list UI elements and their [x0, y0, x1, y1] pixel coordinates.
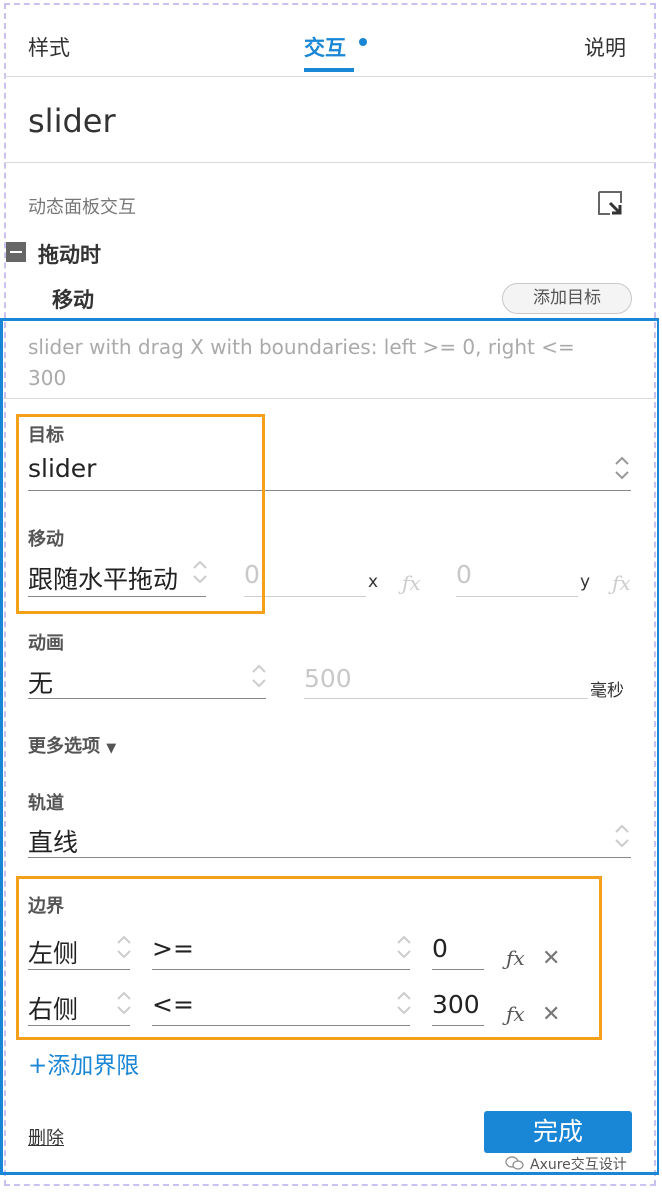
track-select[interactable]: 直线 — [28, 823, 78, 859]
duration-underline — [304, 698, 588, 699]
track-label: 轨道 — [28, 793, 64, 814]
add-boundary-link[interactable]: +添加界限 — [28, 1046, 139, 1080]
duration-unit: 毫秒 — [590, 681, 624, 701]
more-options-label: 更多选项 — [28, 736, 100, 757]
select-chevron-icon[interactable] — [614, 454, 630, 482]
x-axis-label: x — [368, 572, 379, 592]
tab-modified-dot — [359, 38, 367, 46]
duration-input[interactable]: 500 — [304, 664, 352, 693]
section-title: 动态面板交互 — [28, 197, 136, 218]
highlight-boundaries — [16, 876, 602, 1040]
fx-icon[interactable]: ƒx — [612, 571, 631, 595]
action-description: slider with drag X with boundaries: left… — [28, 335, 575, 390]
action-name: 移动 — [52, 288, 94, 312]
tab-notes[interactable]: 说明 — [584, 32, 626, 62]
track-underline — [28, 857, 631, 858]
watermark-text: Axure交互设计 — [530, 1157, 627, 1173]
divider — [4, 162, 656, 163]
divider — [4, 76, 656, 77]
select-chevron-icon[interactable] — [251, 662, 267, 690]
tab-style[interactable]: 样式 — [28, 32, 70, 62]
fx-icon[interactable]: ƒx — [402, 571, 421, 595]
event-name: 拖动时 — [38, 243, 101, 267]
select-chevron-icon[interactable] — [614, 822, 630, 850]
animation-underline — [28, 698, 266, 699]
animation-select[interactable]: 无 — [28, 664, 53, 700]
more-options-toggle[interactable]: 更多选项 ▼ — [28, 732, 116, 758]
active-tab-indicator — [304, 68, 354, 72]
animation-label: 动画 — [28, 633, 64, 654]
divider — [3, 398, 656, 399]
y-axis-label: y — [580, 572, 591, 592]
wechat-icon — [505, 1156, 524, 1170]
move-y-underline — [456, 596, 578, 597]
delete-action-link[interactable]: 删除 — [28, 1124, 64, 1150]
caret-down-icon: ▼ — [106, 741, 117, 756]
collapse-icon[interactable] — [6, 242, 26, 262]
tab-interaction[interactable]: 交互 — [304, 32, 346, 62]
add-target-button[interactable]: 添加目标 — [502, 283, 632, 314]
widget-name-field[interactable]: slider — [28, 102, 116, 140]
open-in-window-icon[interactable] — [596, 189, 624, 217]
move-y-input[interactable]: 0 — [456, 560, 472, 589]
done-button[interactable]: 完成 — [484, 1111, 632, 1153]
highlight-target-move — [16, 414, 265, 614]
